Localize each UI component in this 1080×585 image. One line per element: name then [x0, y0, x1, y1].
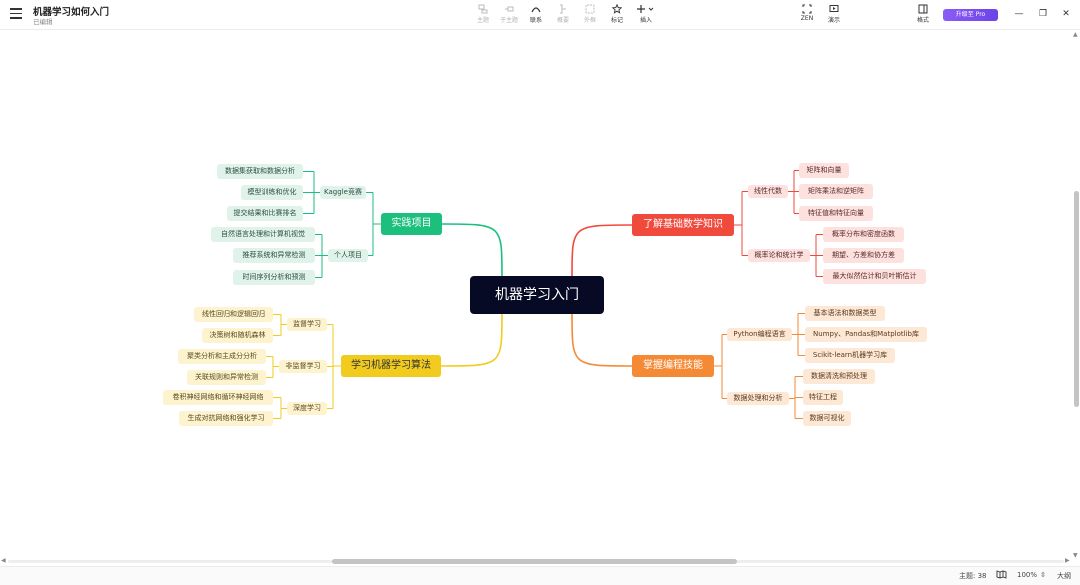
- leaf-submit-results[interactable]: 提交结果和比赛排名: [227, 206, 303, 221]
- leaf-gan-rl[interactable]: 生成对抗网络和强化学习: [179, 411, 273, 426]
- subtopic-linear-algebra[interactable]: 线性代数: [748, 185, 788, 198]
- leaf-distribution[interactable]: 概率分布和密度函数: [823, 227, 904, 242]
- subtopic-data-processing[interactable]: 数据处理和分析: [727, 392, 789, 405]
- scroll-down-icon[interactable]: ▼: [1073, 552, 1078, 559]
- boundary-button[interactable]: 外框: [576, 4, 604, 24]
- leaf-association-rules[interactable]: 关联规则和异常检测: [187, 370, 266, 385]
- topic-button[interactable]: 主题: [469, 4, 497, 24]
- summary-button[interactable]: 概要: [549, 4, 577, 24]
- relation-button[interactable]: 联系: [522, 4, 550, 24]
- topic-icon: [478, 4, 488, 14]
- zen-label: ZEN: [800, 15, 814, 22]
- edge-root-prog: [571, 313, 633, 367]
- leaf-clustering-pca[interactable]: 聚类分析和主成分分析: [178, 349, 266, 364]
- leaf-matrix-vector[interactable]: 矩阵和向量: [799, 163, 849, 178]
- leaf-time-series[interactable]: 时间序列分析和预测: [233, 270, 315, 285]
- zoom-stepper-icon[interactable]: ⇳: [1040, 571, 1046, 579]
- leaf-model-training[interactable]: 模型训练和优化: [241, 185, 303, 200]
- root-topic[interactable]: 机器学习入门: [470, 276, 604, 314]
- horizontal-scroll-thumb[interactable]: [332, 559, 737, 564]
- leaf-expectation[interactable]: 期望、方差和协方差: [823, 248, 904, 263]
- status-bar: 主题: 38 100% ⇳ 大纲: [0, 566, 1080, 585]
- view-mode[interactable]: 大纲: [1057, 571, 1071, 581]
- format-panel-button[interactable]: 格式: [909, 4, 937, 24]
- subtopic-deep-learning[interactable]: 深度学习: [287, 402, 327, 415]
- topic-algorithms[interactable]: 学习机器学习算法: [341, 355, 441, 377]
- leaf-feature-engineering[interactable]: 特征工程: [803, 390, 843, 405]
- summary-label: 概要: [556, 17, 569, 24]
- edge-root-algo: [440, 313, 503, 367]
- summary-icon: [560, 4, 566, 14]
- hamburger-menu-icon[interactable]: [10, 8, 22, 20]
- leaf-recommender[interactable]: 推荐系统和异常检测: [233, 248, 315, 263]
- edge-root-math: [571, 224, 633, 277]
- subtopic-python[interactable]: Python编程语言: [727, 328, 792, 341]
- leaf-numpy-pandas[interactable]: Numpy、Pandas和Matplotlib库: [805, 327, 927, 342]
- subtopic-label: 子主题: [499, 17, 518, 24]
- subtopic-icon: [505, 6, 514, 12]
- leaf-basic-syntax[interactable]: 基本语法和数据类型: [805, 306, 885, 321]
- save-status: 已编辑: [33, 18, 53, 26]
- horizontal-scrollbar[interactable]: ◀ ▶: [0, 557, 1072, 565]
- zoom-level[interactable]: 100%: [1017, 571, 1037, 579]
- scroll-up-icon[interactable]: ▲: [1073, 31, 1078, 38]
- scroll-left-icon[interactable]: ◀: [1, 557, 6, 564]
- topic-math[interactable]: 了解基础数学知识: [632, 214, 734, 236]
- marker-label: 标记: [610, 17, 623, 24]
- leaf-eigen[interactable]: 特征值和特征向量: [799, 206, 873, 221]
- mindmap-app: 机器学习如何入门 已编辑 主题 子主题 联系 概要 外框 标记 插入 ZEN 演…: [0, 0, 1080, 585]
- subtopic-button[interactable]: 子主题: [495, 4, 523, 24]
- topic-count: 主题: 38: [959, 572, 987, 580]
- subtopic-kaggle[interactable]: Kaggle竞赛: [320, 186, 366, 199]
- fullscreen-icon: [802, 4, 812, 14]
- vertical-scroll-thumb[interactable]: [1074, 191, 1079, 407]
- boundary-icon: [585, 4, 595, 14]
- marker-button[interactable]: 标记: [603, 4, 631, 24]
- topic-programming[interactable]: 掌握编程技能: [632, 355, 714, 377]
- format-panel-icon: [918, 4, 928, 14]
- scroll-right-icon[interactable]: ▶: [1065, 557, 1070, 564]
- restore-icon[interactable]: ❐: [1036, 7, 1050, 21]
- leaf-decision-tree[interactable]: 决策树和随机森林: [202, 328, 273, 343]
- outline-map-icon[interactable]: [996, 570, 1007, 581]
- leaf-linear-regression[interactable]: 线性回归和逻辑回归: [194, 307, 273, 322]
- leaf-data-visualization[interactable]: 数据可视化: [803, 411, 851, 426]
- boundary-label: 外框: [583, 17, 596, 24]
- relation-icon: [531, 7, 541, 13]
- present-button[interactable]: 演示: [820, 4, 848, 24]
- leaf-nlp-cv[interactable]: 自然语言处理和计算机视觉: [211, 227, 315, 242]
- close-icon[interactable]: ✕: [1059, 7, 1073, 21]
- insert-label: 插入: [639, 17, 652, 24]
- plus-icon: [637, 5, 654, 13]
- leaf-dataset-analysis[interactable]: 数据集获取和数据分析: [217, 164, 303, 179]
- leaf-matrix-multiply[interactable]: 矩阵乘法和逆矩阵: [799, 184, 873, 199]
- top-toolbar: 机器学习如何入门 已编辑 主题 子主题 联系 概要 外框 标记 插入 ZEN 演…: [0, 0, 1080, 30]
- mindmap-canvas[interactable]: 机器学习入门 了解基础数学知识 线性代数 矩阵和向量 矩阵乘法和逆矩阵 特征值和…: [0, 31, 1080, 564]
- star-icon: [612, 4, 622, 14]
- upgrade-pro-button[interactable]: 升级至 Pro: [943, 9, 998, 21]
- presentation-icon: [829, 5, 839, 12]
- topic-practice[interactable]: 实践项目: [381, 213, 442, 235]
- insert-button[interactable]: 插入: [632, 4, 660, 24]
- subtopic-probability[interactable]: 概率论和统计学: [748, 249, 810, 262]
- subtopic-personal-project[interactable]: 个人项目: [328, 249, 368, 262]
- zen-mode-button[interactable]: ZEN: [793, 4, 821, 22]
- subtopic-unsupervised[interactable]: 非监督学习: [279, 360, 327, 373]
- vertical-scrollbar[interactable]: ▲ ▼: [1073, 31, 1080, 561]
- topic-label: 主题: [476, 17, 489, 24]
- minimize-icon[interactable]: —: [1012, 7, 1026, 21]
- edge-root-practice: [441, 223, 503, 277]
- present-label: 演示: [827, 17, 840, 24]
- relation-label: 联系: [529, 17, 542, 24]
- format-label: 格式: [916, 17, 929, 24]
- subtopic-supervised[interactable]: 监督学习: [287, 318, 327, 331]
- leaf-scikit-learn[interactable]: Scikit-learn机器学习库: [805, 348, 895, 363]
- leaf-mle[interactable]: 最大似然估计和贝叶斯估计: [823, 269, 926, 284]
- leaf-data-cleaning[interactable]: 数据清洗和预处理: [803, 369, 875, 384]
- leaf-cnn-rnn[interactable]: 卷积神经网络和循环神经网络: [163, 390, 273, 405]
